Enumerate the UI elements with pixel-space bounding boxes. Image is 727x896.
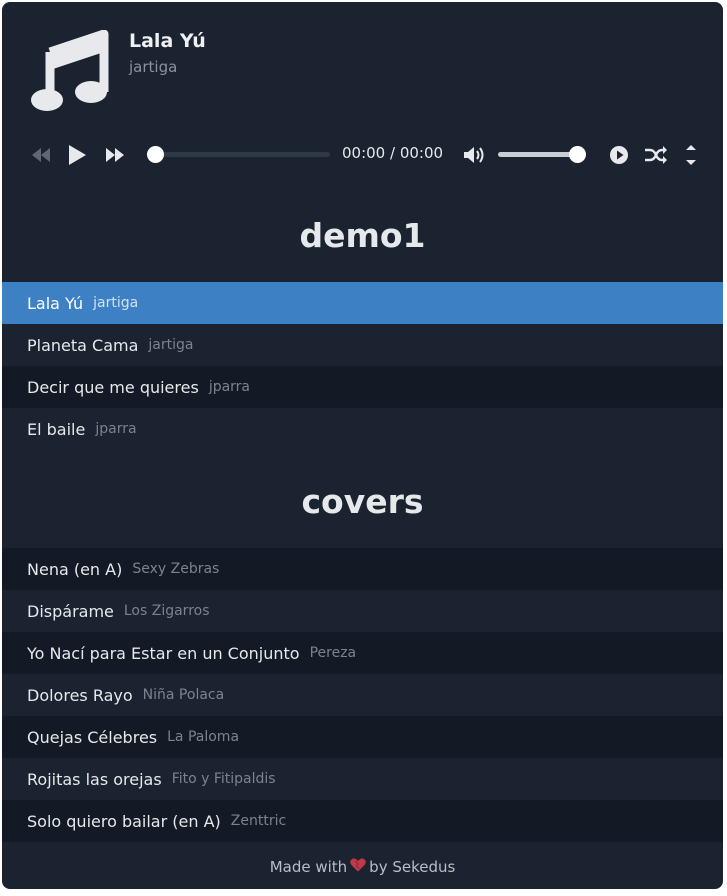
track-artist: Sexy Zebras — [132, 561, 220, 577]
track-artist: Pereza — [309, 645, 357, 661]
track-artist: jartiga — [93, 295, 139, 311]
track-title: Nena (en A) — [27, 559, 123, 579]
playlist-title: demo1 — [299, 216, 426, 255]
track-artist: jartiga — [148, 337, 194, 353]
expand-collapse-icon[interactable] — [680, 138, 702, 172]
track-item[interactable]: Rojitas las orejas Fito y Fitipaldis — [2, 758, 723, 800]
track-title: Dolores Rayo — [27, 685, 133, 705]
track-item[interactable]: Quejas Célebres La Paloma — [2, 716, 723, 758]
track-artist: jparra — [95, 421, 137, 437]
fast-forward-icon[interactable] — [103, 138, 127, 172]
track-item[interactable]: Decir que me quieres jparra — [2, 366, 723, 408]
volume-handle[interactable] — [569, 146, 586, 163]
now-playing-artist: jartiga — [129, 58, 178, 76]
track-item[interactable]: Dispárame Los Zigarros — [2, 590, 723, 632]
track-title: Quejas Célebres — [27, 727, 158, 747]
now-playing-title: Lala Yú — [129, 30, 206, 52]
progress-bar[interactable] — [155, 152, 330, 157]
track-item[interactable]: Dolores Rayo Niña Polaca — [2, 674, 723, 716]
volume-slider[interactable] — [498, 152, 578, 157]
shuffle-icon[interactable] — [642, 138, 670, 172]
track-artist: Los Zigarros — [123, 603, 210, 619]
progress-handle[interactable] — [147, 146, 164, 163]
heart-icon — [350, 858, 366, 876]
track-title: Yo Nací para Estar en un Conjunto — [27, 643, 300, 663]
track-title: Decir que me quieres — [27, 377, 199, 397]
track-item[interactable]: Yo Nací para Estar en un Conjunto Pereza — [2, 632, 723, 674]
music-player: Lala Yú jartiga 00:00 / 00:00 demo1 Lala… — [2, 2, 723, 889]
track-title: Solo quiero bailar (en A) — [27, 811, 221, 831]
track-title: Planeta Cama — [27, 335, 139, 355]
track-item[interactable]: Solo quiero bailar (en A) Zenttric — [2, 800, 723, 842]
volume-level — [498, 152, 578, 157]
track-title: El baile — [27, 419, 86, 439]
track-title: Lala Yú — [27, 293, 84, 313]
playlist-demo1: Lala Yú jartiga Planeta Cama jartiga Dec… — [2, 282, 723, 450]
track-item[interactable]: Nena (en A) Sexy Zebras — [2, 548, 723, 590]
track-artist: Fito y Fitipaldis — [171, 771, 276, 787]
rewind-icon[interactable] — [29, 138, 53, 172]
track-title: Rojitas las orejas — [27, 769, 162, 789]
footer-suffix: by Sekedus — [369, 857, 456, 876]
music-note-icon — [30, 29, 110, 114]
track-item[interactable]: Lala Yú jartiga — [2, 282, 723, 324]
track-title: Dispárame — [27, 601, 114, 621]
track-artist: Niña Polaca — [142, 687, 225, 703]
track-artist: Zenttric — [230, 813, 287, 829]
track-item[interactable]: Planeta Cama jartiga — [2, 324, 723, 366]
time-display: 00:00 / 00:00 — [342, 144, 444, 162]
track-artist: jparra — [208, 379, 251, 395]
playlist-title: covers — [301, 482, 424, 521]
volume-icon[interactable] — [460, 138, 488, 172]
footer-prefix: Made with — [269, 857, 348, 876]
autoplay-icon[interactable] — [606, 138, 632, 172]
track-item[interactable]: El baile jparra — [2, 408, 723, 450]
playlist-covers: Nena (en A) Sexy Zebras Dispárame Los Zi… — [2, 548, 723, 842]
play-icon[interactable] — [65, 138, 89, 172]
footer: Made with by Sekedus — [2, 844, 723, 889]
track-artist: La Paloma — [167, 729, 240, 745]
